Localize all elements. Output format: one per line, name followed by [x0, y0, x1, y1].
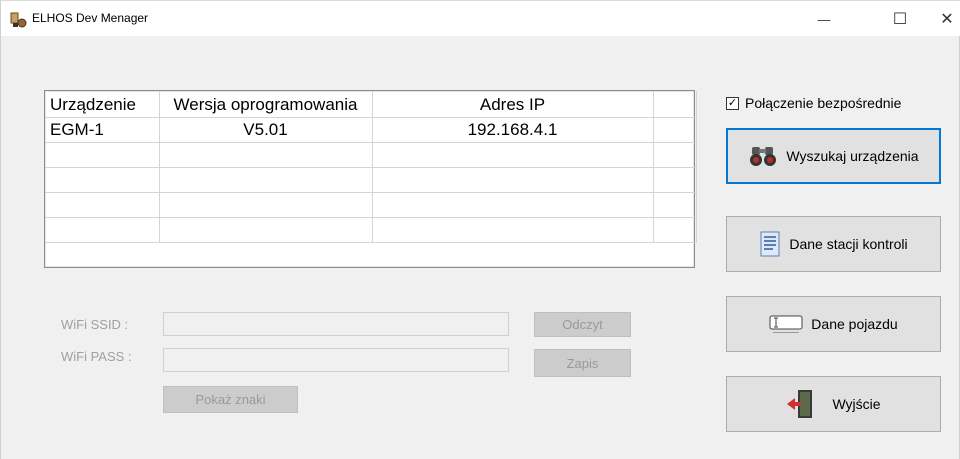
- cell-ip: [372, 192, 654, 218]
- cell-firmware: [159, 192, 373, 218]
- direct-connection-label: Połączenie bezpośrednie: [745, 95, 902, 111]
- vehicle-data-label: Dane pojazdu: [811, 316, 898, 332]
- window-title: ELHOS Dev Menager: [32, 11, 149, 25]
- table-row[interactable]: EGM-1 V5.01 192.168.4.1: [45, 117, 697, 143]
- app-icon: [10, 11, 28, 29]
- exit-button[interactable]: Wyjście: [726, 376, 941, 432]
- cell-ip: 192.168.4.1: [372, 117, 654, 143]
- column-header-device[interactable]: Urządzenie: [45, 91, 160, 118]
- cell-device: EGM-1: [45, 117, 160, 143]
- show-characters-button[interactable]: Pokaż znaki: [163, 386, 298, 413]
- wifi-pass-input[interactable]: [163, 348, 509, 372]
- app-window: ELHOS Dev Menager — ☐ ✕ Urządzenie Wersj…: [0, 0, 960, 459]
- cell-firmware: [159, 217, 373, 243]
- cell-device: [45, 142, 160, 168]
- cell-device: [45, 167, 160, 193]
- cell-ip: [372, 167, 654, 193]
- vehicle-data-button[interactable]: Dane pojazdu: [726, 296, 941, 352]
- cell-firmware: [159, 167, 373, 193]
- check-icon: ✓: [727, 96, 738, 109]
- close-icon: ✕: [940, 11, 954, 28]
- cell-firmware: V5.01: [159, 117, 373, 143]
- cell-extra: [653, 167, 697, 193]
- text-field-icon: [769, 313, 803, 335]
- cell-ip: [372, 142, 654, 168]
- table-row[interactable]: [45, 142, 697, 168]
- cell-extra: [653, 192, 697, 218]
- cell-firmware: [159, 142, 373, 168]
- cell-device: [45, 217, 160, 243]
- table-row[interactable]: [45, 167, 697, 193]
- cell-extra: [653, 142, 697, 168]
- column-header-ip[interactable]: Adres IP: [372, 91, 654, 118]
- binoculars-icon: [748, 145, 778, 167]
- title-bar[interactable]: ELHOS Dev Menager — ☐ ✕: [1, 0, 960, 36]
- search-devices-button[interactable]: Wyszukaj urządzenia: [726, 128, 941, 184]
- write-button[interactable]: Zapis: [534, 349, 631, 377]
- search-devices-label: Wyszukaj urządzenia: [786, 148, 919, 164]
- wifi-pass-label: WiFi PASS :: [61, 349, 132, 364]
- read-button[interactable]: Odczyt: [534, 312, 631, 337]
- column-header-firmware[interactable]: Wersja oprogramowania: [159, 91, 373, 118]
- document-icon: [759, 231, 781, 257]
- maximize-button[interactable]: ☐: [877, 1, 923, 37]
- cell-extra: [653, 217, 697, 243]
- station-data-button[interactable]: Dane stacji kontroli: [726, 216, 941, 272]
- device-table[interactable]: Urządzenie Wersja oprogramowania Adres I…: [44, 90, 697, 268]
- table-header: Urządzenie Wersja oprogramowania Adres I…: [45, 91, 697, 118]
- maximize-icon: ☐: [892, 11, 908, 28]
- wifi-ssid-label: WiFi SSID :: [61, 317, 129, 332]
- cell-device: [45, 192, 160, 218]
- minimize-icon: —: [817, 11, 831, 27]
- table-row[interactable]: [45, 217, 697, 243]
- cell-ip: [372, 217, 654, 243]
- exit-door-icon: [786, 389, 814, 419]
- column-header-extra[interactable]: [653, 91, 697, 118]
- checkbox-box[interactable]: ✓: [726, 96, 739, 110]
- table-row[interactable]: [45, 192, 697, 218]
- station-data-label: Dane stacji kontroli: [789, 236, 908, 252]
- direct-connection-checkbox[interactable]: ✓ Połączenie bezpośrednie: [726, 95, 901, 111]
- cell-extra: [653, 117, 697, 143]
- minimize-button[interactable]: —: [801, 1, 847, 37]
- exit-label: Wyjście: [832, 396, 881, 412]
- wifi-ssid-input[interactable]: [163, 312, 509, 336]
- close-button[interactable]: ✕: [924, 1, 960, 37]
